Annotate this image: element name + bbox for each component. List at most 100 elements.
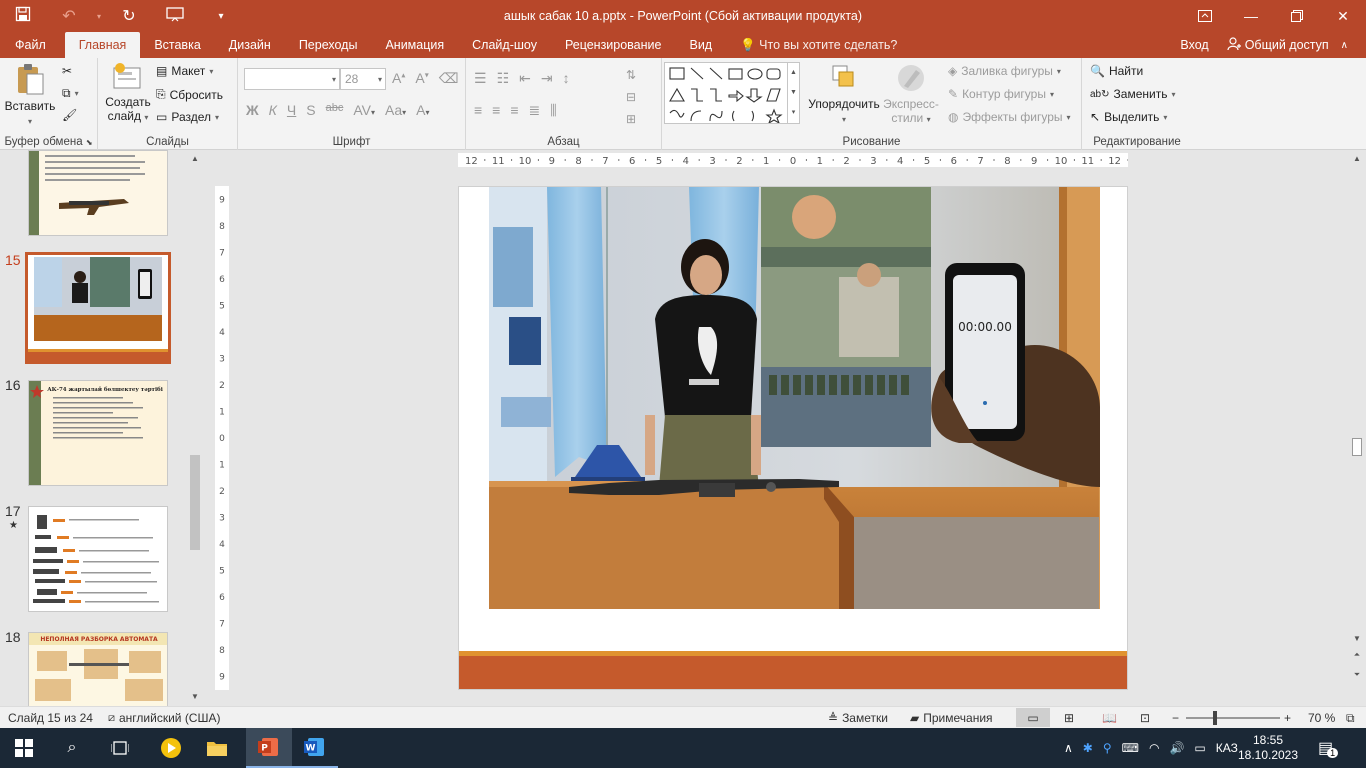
tell-me-search[interactable]: 💡 Что вы хотите сделать? xyxy=(726,32,911,58)
align-left-icon[interactable]: ≡ xyxy=(474,102,482,119)
copy-icon[interactable]: ⧉ ▾ xyxy=(62,86,79,101)
zoom-slider-thumb[interactable] xyxy=(1213,711,1217,725)
slide-thumbnail-16[interactable]: АК-74 жартылай бөлшектеу тәртібі xyxy=(28,380,168,486)
fit-slide-button[interactable]: ⧉ xyxy=(1346,711,1355,726)
reading-view-button[interactable]: 📖 xyxy=(1102,711,1117,725)
smartart-icon[interactable]: ⊞ xyxy=(626,112,636,126)
slide-canvas[interactable]: 00:00.00 xyxy=(458,186,1128,690)
slide-thumbnail-14[interactable] xyxy=(28,150,168,236)
slide-thumbnail-15[interactable] xyxy=(25,252,171,364)
video-frame[interactable]: 00:00.00 xyxy=(459,187,1128,690)
ribbon-display-options-icon[interactable] xyxy=(1182,0,1228,32)
shape-effects-button[interactable]: ◍ Эффекты фигуры ▾ xyxy=(948,110,1071,124)
align-right-icon[interactable]: ≡ xyxy=(510,102,518,119)
minimize-icon[interactable]: — xyxy=(1228,0,1274,32)
reset-button[interactable]: ⎘ Сбросить xyxy=(156,87,223,102)
repeat-icon[interactable]: ↻ xyxy=(106,6,152,26)
tab-file[interactable]: Файл xyxy=(0,32,61,58)
align-center-icon[interactable]: ≡ xyxy=(492,102,500,119)
section-button[interactable]: ▭ Раздел ▾ xyxy=(156,110,219,124)
powerpoint-taskbar-icon[interactable]: P xyxy=(246,728,292,768)
layout-button[interactable]: ▤ Макет ▾ xyxy=(156,64,213,78)
bold-button[interactable]: Ж xyxy=(246,102,259,118)
increase-indent-icon[interactable]: ⇥ xyxy=(541,70,553,87)
underline-button[interactable]: Ч xyxy=(287,102,296,118)
media-player-icon[interactable] xyxy=(148,728,194,768)
justify-icon[interactable]: ≣ xyxy=(529,102,541,119)
tab-home[interactable]: Главная xyxy=(64,32,141,58)
font-family-field[interactable]: ▾ xyxy=(244,68,340,90)
cut-icon[interactable]: ✂ xyxy=(62,64,72,78)
close-icon[interactable]: ✕ xyxy=(1320,0,1366,32)
bullets-icon[interactable]: ☰ xyxy=(474,70,487,87)
search-icon[interactable]: ⌕ xyxy=(48,728,96,768)
language-indicator[interactable]: ⧄ английский (США) xyxy=(108,711,220,725)
zoom-level[interactable]: 70 % xyxy=(1308,711,1335,725)
normal-view-button[interactable]: ▭ xyxy=(1016,708,1050,727)
slide-scrollbar[interactable]: ▲ ▼ ⏶ ⏷ xyxy=(1350,150,1364,706)
tab-design[interactable]: Дизайн xyxy=(215,32,285,58)
align-text-icon[interactable]: ⊟ xyxy=(626,90,636,104)
volume-icon[interactable]: 🔊 xyxy=(1169,741,1184,755)
shape-fill-button[interactable]: ◈ Заливка фигуры ▾ xyxy=(948,64,1061,78)
gallery-scroll[interactable]: ▲ ▼ ▾ xyxy=(787,63,799,123)
slide-thumbnail-18[interactable]: НЕПОЛНАЯ РАЗБОРКА АВТОМАТА xyxy=(28,632,168,706)
clock[interactable]: 18:55 18.10.2023 xyxy=(1238,728,1298,768)
previous-slide-icon[interactable]: ⏶ xyxy=(1350,648,1364,662)
next-slide-icon[interactable]: ⏷ xyxy=(1350,668,1364,682)
start-button[interactable] xyxy=(0,728,48,768)
text-direction-icon[interactable]: ⇅ xyxy=(626,68,636,82)
thumbnails-scrollbar[interactable]: ▲ ▼ xyxy=(188,150,202,706)
strikethrough-button[interactable]: abc xyxy=(326,102,344,118)
show-hidden-icons-icon[interactable]: ∧ xyxy=(1064,741,1073,755)
location-icon[interactable]: ⚲ xyxy=(1103,741,1112,755)
input-language[interactable]: КАЗ xyxy=(1216,741,1238,755)
zoom-in-button[interactable]: + xyxy=(1284,711,1291,725)
wifi-icon[interactable]: ◠ xyxy=(1149,741,1159,755)
slide-thumbnail-17[interactable] xyxy=(28,506,168,612)
font-color-icon[interactable]: A▾ xyxy=(416,102,429,118)
paste-button[interactable]: Вставить ▾ xyxy=(4,62,56,127)
shrink-font-icon[interactable]: A▾ xyxy=(415,70,428,87)
scroll-up-icon[interactable]: ▲ xyxy=(1350,152,1364,166)
line-spacing-icon[interactable]: ↕ xyxy=(563,70,570,87)
touch-keyboard-icon[interactable]: ⌨ xyxy=(1122,741,1139,755)
dialog-launcher-icon[interactable]: ⬊ xyxy=(86,138,93,147)
tab-insert[interactable]: Вставка xyxy=(140,32,214,58)
decrease-indent-icon[interactable]: ⇤ xyxy=(519,70,531,87)
undo-dropdown-icon[interactable]: ▾ xyxy=(92,12,106,21)
scroll-up-icon[interactable]: ▲ xyxy=(188,152,202,166)
shadow-button[interactable]: S xyxy=(306,102,315,118)
find-button[interactable]: 🔍 Найти xyxy=(1090,64,1143,78)
ribbon-collapse-icon[interactable]: ∧ xyxy=(1341,40,1348,51)
replace-button[interactable]: ab↻ Заменить ▾ xyxy=(1090,87,1175,101)
restore-icon[interactable] xyxy=(1274,0,1320,32)
italic-button[interactable]: К xyxy=(269,102,277,118)
arrange-button[interactable]: Упорядочить ▾ xyxy=(806,62,882,125)
slideshow-view-button[interactable]: ⊡ xyxy=(1140,711,1150,725)
notes-button[interactable]: ≜ Заметки xyxy=(828,711,888,725)
format-painter-icon[interactable]: 🖌 xyxy=(62,108,77,122)
grow-font-icon[interactable]: A▴ xyxy=(392,70,405,87)
zoom-slider[interactable] xyxy=(1186,711,1280,725)
scrollbar-thumb[interactable] xyxy=(190,455,200,550)
clear-formatting-icon[interactable]: ⌫ xyxy=(439,70,459,87)
tab-review[interactable]: Рецензирование xyxy=(551,32,676,58)
tab-slideshow[interactable]: Слайд-шоу xyxy=(458,32,551,58)
notifications-button[interactable]: ▤ 1 xyxy=(1318,728,1342,768)
save-icon[interactable] xyxy=(0,6,46,27)
share-button[interactable]: Общий доступ xyxy=(1227,36,1329,54)
signin-link[interactable]: Вход xyxy=(1180,38,1208,52)
start-slideshow-icon[interactable] xyxy=(152,6,198,27)
scroll-down-icon[interactable]: ▼ xyxy=(188,690,202,704)
comments-button[interactable]: ▰ Примечания xyxy=(910,711,993,725)
zoom-out-button[interactable]: − xyxy=(1172,711,1179,725)
undo-icon[interactable]: ↶ xyxy=(46,6,92,26)
font-size-field[interactable]: 28 ▾ xyxy=(340,68,386,90)
tab-animations[interactable]: Анимация xyxy=(371,32,458,58)
bluetooth-icon[interactable]: ✱ xyxy=(1083,741,1093,755)
char-spacing-icon[interactable]: AV▾ xyxy=(353,102,375,118)
scroll-down-icon[interactable]: ▼ xyxy=(1350,632,1364,646)
slide-sorter-button[interactable]: ⊞ xyxy=(1064,711,1074,725)
select-button[interactable]: ↖ Выделить ▾ xyxy=(1090,110,1167,124)
